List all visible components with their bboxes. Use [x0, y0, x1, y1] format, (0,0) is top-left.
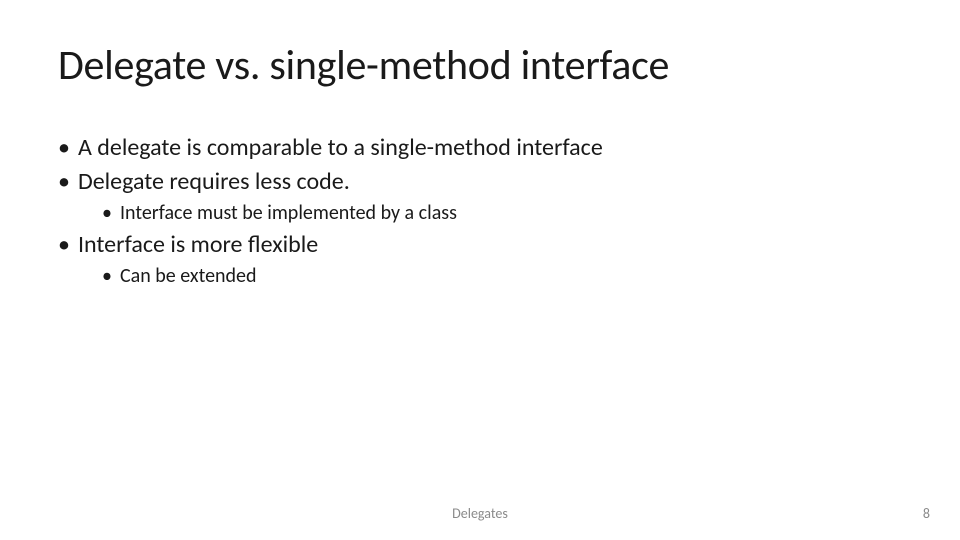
bullet-dot-icon: •: [102, 201, 112, 226]
bullet-level1: • Delegate requires less code.: [58, 167, 902, 197]
bullet-level2: • Can be extended: [102, 264, 902, 289]
slide-title: Delegate vs. single-method interface: [58, 40, 902, 91]
footer-text: Delegates: [452, 505, 508, 522]
bullet-text: Interface is more flexible: [78, 230, 318, 260]
bullet-text: Interface must be implemented by a class: [120, 201, 457, 226]
bullet-text: Delegate requires less code.: [78, 167, 350, 197]
bullet-dot-icon: •: [58, 230, 70, 260]
bullet-text: Can be extended: [120, 264, 257, 289]
bullet-level2: • Interface must be implemented by a cla…: [102, 201, 902, 226]
page-number: 8: [923, 505, 930, 522]
bullet-level1: • A delegate is comparable to a single-m…: [58, 133, 902, 163]
bullet-level1: • Interface is more flexible: [58, 230, 902, 260]
bullet-text: A delegate is comparable to a single-met…: [78, 133, 603, 163]
slide-footer: Delegates: [0, 505, 960, 522]
bullet-dot-icon: •: [58, 167, 70, 197]
bullet-dot-icon: •: [58, 133, 70, 163]
bullet-dot-icon: •: [102, 264, 112, 289]
slide-content: • A delegate is comparable to a single-m…: [58, 133, 902, 289]
slide: Delegate vs. single-method interface • A…: [0, 0, 960, 540]
